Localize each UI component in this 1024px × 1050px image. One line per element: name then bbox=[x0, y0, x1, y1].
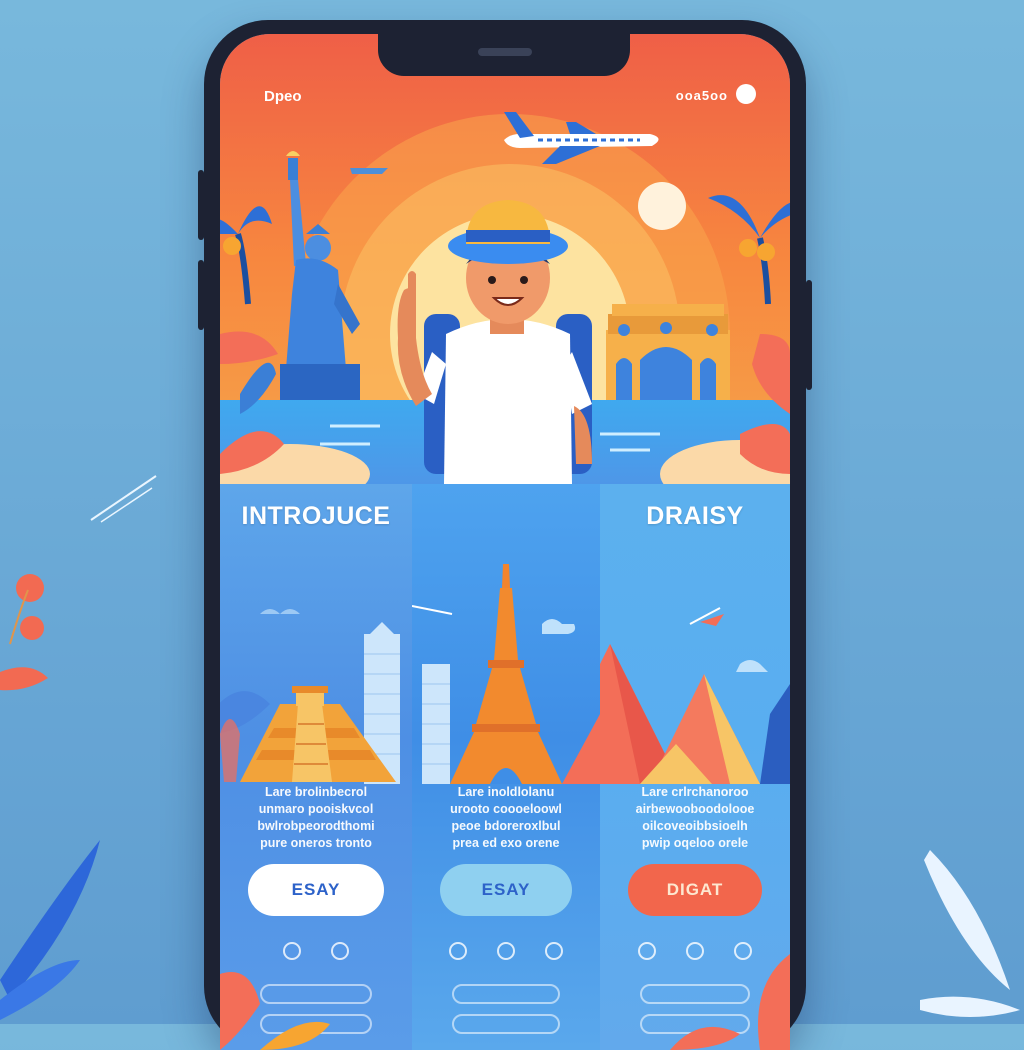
phone-frame: Dpeo ooa5oo INTROJUCE Lare brolinbecrol … bbox=[198, 20, 812, 1050]
sparkle-decoration bbox=[90, 475, 157, 523]
status-carrier: Dpeo bbox=[264, 88, 302, 105]
pyramid-scene-illustration bbox=[220, 609, 400, 784]
page-dot[interactable] bbox=[449, 942, 467, 960]
column-description: Lare brolinbecrol unmaro pooiskvcol bwlr… bbox=[238, 784, 394, 852]
description-line: peoe bdoreroxlbul bbox=[451, 819, 561, 833]
description-line: urooto coooeloowl bbox=[450, 802, 562, 816]
digat-button[interactable]: DIGAT bbox=[628, 864, 762, 916]
eiffel-tower-scene-illustration bbox=[412, 564, 600, 784]
pyramids-scene-illustration bbox=[600, 607, 790, 784]
description-line: prea ed exo orene bbox=[452, 836, 560, 850]
leaf-decoration-right bbox=[920, 850, 1020, 1017]
column-description: Lare inoldlolanu urooto coooeloowl peoe … bbox=[430, 784, 582, 852]
page-dot[interactable] bbox=[638, 942, 656, 960]
phone-side-button bbox=[198, 260, 204, 330]
description-line: pwip oqeloo orele bbox=[641, 836, 749, 850]
colosseum-icon bbox=[606, 304, 730, 400]
page-dot[interactable] bbox=[545, 942, 563, 960]
description-line: Lare crlrchanoroo bbox=[641, 785, 749, 799]
column-description: Lare crlrchanoroo airbewooboodolooe oilc… bbox=[618, 784, 772, 852]
description-line: pure oneros tronto bbox=[260, 836, 372, 850]
description-line: bwlrobpeorodthomi bbox=[257, 819, 375, 833]
onboarding-column: Lare inoldlolanu urooto coooeloowl peoe … bbox=[412, 484, 600, 1050]
status-indicators: ooa5oo bbox=[675, 88, 728, 103]
description-line: Lare brolinbecrol bbox=[264, 785, 368, 799]
onboarding-columns: INTROJUCE Lare brolinbecrol unmaro poois… bbox=[220, 484, 790, 1050]
onboarding-column: DRAISY Lare crlrchanoroo airbewooboodolo… bbox=[600, 484, 790, 1050]
battery-icon bbox=[736, 84, 756, 104]
onboarding-column: INTROJUCE Lare brolinbecrol unmaro poois… bbox=[220, 484, 412, 1050]
speaker bbox=[478, 48, 532, 56]
esay-button[interactable]: ESAY bbox=[248, 864, 384, 916]
progress-bar bbox=[452, 1014, 560, 1034]
page-dot[interactable] bbox=[497, 942, 515, 960]
leaf-decoration bbox=[220, 972, 330, 1050]
leaf-decoration-left bbox=[0, 574, 100, 1020]
description-line: oilcoveoibbsioelh bbox=[642, 819, 748, 833]
small-airplane-icon bbox=[350, 168, 388, 174]
leaf-decoration bbox=[670, 954, 790, 1050]
phone-notch bbox=[378, 34, 630, 76]
column-title: DRAISY bbox=[646, 502, 744, 530]
page-indicator bbox=[412, 942, 600, 960]
description-line: airbewooboodolooe bbox=[635, 802, 755, 816]
progress-bar bbox=[452, 984, 560, 1004]
phone-side-button bbox=[198, 170, 204, 240]
description-line: Lare inoldlolanu bbox=[457, 785, 555, 799]
phone-power-button bbox=[806, 280, 812, 390]
column-title: INTROJUCE bbox=[241, 502, 391, 530]
sun-icon bbox=[638, 182, 686, 230]
description-line: unmaro pooiskvcol bbox=[258, 802, 374, 816]
esay-button-secondary[interactable]: ESAY bbox=[440, 864, 572, 916]
phone-screen: Dpeo ooa5oo INTROJUCE Lare brolinbecrol … bbox=[220, 34, 790, 1050]
